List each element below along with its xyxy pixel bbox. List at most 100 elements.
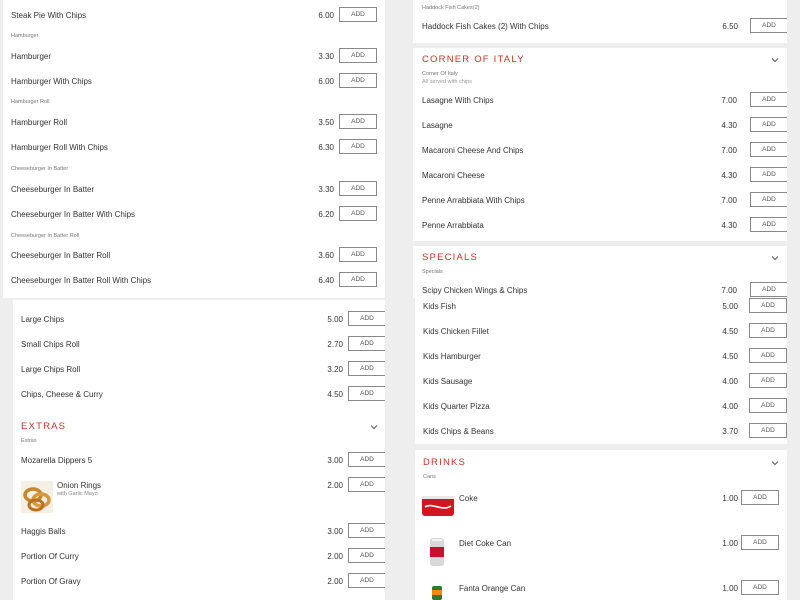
- menu-item: Penne Arrabbiata 4.30 ADD: [422, 217, 787, 237]
- menu-item: Penne Arrabbiata With Chips 7.00 ADD: [422, 192, 787, 212]
- add-button[interactable]: ADD: [339, 206, 377, 221]
- item-price: 2.70: [327, 340, 343, 349]
- add-button[interactable]: ADD: [750, 18, 787, 33]
- add-button[interactable]: ADD: [749, 323, 787, 338]
- menu-item: Lasagne With Chips 7.00 ADD: [422, 92, 787, 112]
- menu-item: Mozarella Dippers 5 3.00 ADD: [21, 452, 385, 472]
- item-name: Kids Fish: [423, 302, 456, 311]
- item-name: Large Chips Roll: [21, 365, 81, 374]
- menu-item: Haggis Balls 3.00 ADD: [21, 523, 385, 543]
- menu-item: Hamburger 3.30 ADD: [11, 48, 379, 68]
- category-label: Corner Of Italy: [422, 71, 458, 77]
- section-title: Specials: [422, 252, 479, 263]
- category-label: Extras: [21, 438, 37, 444]
- item-name: Penne Arrabbiata: [422, 221, 484, 230]
- item-price: 3.70: [722, 427, 738, 436]
- item-price: 3.30: [318, 52, 334, 61]
- category-label: Haddock Fish Cakes(2): [422, 5, 480, 11]
- add-button[interactable]: ADD: [348, 523, 385, 538]
- chevron-down-icon[interactable]: [770, 55, 780, 65]
- item-name: Onion Rings: [57, 481, 102, 490]
- item-name: Hamburger Roll: [11, 118, 68, 127]
- chevron-down-icon[interactable]: [770, 253, 780, 263]
- add-button[interactable]: ADD: [348, 336, 385, 351]
- item-name: Mozarella Dippers 5: [21, 456, 93, 465]
- add-button[interactable]: ADD: [750, 142, 787, 157]
- add-button[interactable]: ADD: [750, 92, 787, 107]
- add-button[interactable]: ADD: [348, 452, 385, 467]
- item-price: 3.20: [327, 365, 343, 374]
- item-name: Haggis Balls: [21, 527, 66, 536]
- item-name: Kids Hamburger: [423, 352, 481, 361]
- specials-header[interactable]: Specials: [413, 246, 787, 268]
- item-price: 7.00: [721, 146, 737, 155]
- menu-item: Large Chips 5.00 ADD: [21, 311, 385, 331]
- item-name: Chips, Cheese & Curry: [21, 390, 103, 399]
- italy-header[interactable]: Corner Of Italy: [413, 48, 787, 70]
- item-name: Scipy Chicken Wings & Chips: [422, 286, 528, 295]
- menu-item: Cheeseburger In Batter 3.30 ADD: [11, 181, 379, 201]
- menu-item: Chips, Cheese & Curry 4.50 ADD: [21, 386, 385, 406]
- item-name: Fanta Orange Can: [459, 584, 526, 593]
- add-button[interactable]: ADD: [339, 139, 377, 154]
- add-button[interactable]: ADD: [339, 247, 377, 262]
- add-button[interactable]: ADD: [348, 311, 385, 326]
- add-button[interactable]: ADD: [339, 48, 377, 63]
- add-button[interactable]: ADD: [750, 167, 787, 182]
- add-button[interactable]: ADD: [750, 282, 787, 297]
- add-button[interactable]: ADD: [339, 272, 377, 287]
- add-button[interactable]: ADD: [741, 535, 779, 550]
- add-button[interactable]: ADD: [749, 348, 787, 363]
- item-name: Diet Coke Can: [459, 539, 512, 548]
- item-price: 4.30: [721, 121, 737, 130]
- menu-item: Cheeseburger In Batter Roll With Chips 6…: [11, 272, 379, 292]
- menu-item: Portion Of Curry 2.00 ADD: [21, 548, 385, 568]
- item-name: Large Chips: [21, 315, 65, 324]
- add-button[interactable]: ADD: [339, 114, 377, 129]
- onion-rings-image: [21, 481, 53, 513]
- item-price: 1.00: [722, 539, 738, 548]
- menu-item: Haddock Fish Cakes (2) With Chips 6.50 A…: [422, 18, 787, 38]
- menu-item: Hamburger Roll 3.50 ADD: [11, 114, 379, 134]
- item-price: 6.30: [318, 143, 334, 152]
- section-title: Corner Of Italy: [422, 54, 525, 65]
- item-name: Coke: [459, 494, 478, 503]
- item-name: Haddock Fish Cakes (2) With Chips: [422, 22, 549, 31]
- drinks-header[interactable]: Drinks: [415, 450, 787, 472]
- chevron-down-icon[interactable]: [369, 422, 379, 432]
- item-price: 1.00: [722, 494, 738, 503]
- diet-coke-can-image: [425, 536, 449, 568]
- add-button[interactable]: ADD: [741, 580, 779, 595]
- add-button[interactable]: ADD: [749, 373, 787, 388]
- add-button[interactable]: ADD: [749, 423, 787, 438]
- menu-item: Small Chips Roll 2.70 ADD: [21, 336, 385, 356]
- item-price: 2.00: [327, 481, 343, 490]
- add-button[interactable]: ADD: [749, 298, 787, 313]
- haddock-card: Haddock Fish Cakes(2) Haddock Fish Cakes…: [413, 0, 787, 42]
- add-button[interactable]: ADD: [348, 361, 385, 376]
- add-button[interactable]: ADD: [339, 181, 377, 196]
- menu-item: Macaroni Cheese 4.30 ADD: [422, 167, 787, 187]
- add-button[interactable]: ADD: [741, 490, 779, 505]
- menu-item: Lasagne 4.30 ADD: [422, 117, 787, 137]
- chevron-down-icon[interactable]: [770, 458, 780, 468]
- item-price: 2.00: [327, 552, 343, 561]
- add-button[interactable]: ADD: [749, 398, 787, 413]
- add-button[interactable]: ADD: [339, 73, 377, 88]
- item-price: 1.00: [722, 584, 738, 593]
- add-button[interactable]: ADD: [750, 192, 787, 207]
- item-price: 7.00: [721, 286, 737, 295]
- item-name: Kids Chips & Beans: [423, 427, 494, 436]
- add-button[interactable]: ADD: [348, 573, 385, 588]
- add-button[interactable]: ADD: [750, 117, 787, 132]
- item-price: 4.50: [722, 327, 738, 336]
- item-name: Portion Of Curry: [21, 552, 79, 561]
- item-price: 3.30: [318, 185, 334, 194]
- extras-header[interactable]: Extras: [13, 414, 385, 436]
- add-button[interactable]: ADD: [348, 548, 385, 563]
- add-button[interactable]: ADD: [339, 7, 377, 22]
- item-name: Kids Quarter Pizza: [423, 402, 490, 411]
- add-button[interactable]: ADD: [348, 477, 385, 492]
- add-button[interactable]: ADD: [348, 386, 385, 401]
- add-button[interactable]: ADD: [750, 217, 787, 232]
